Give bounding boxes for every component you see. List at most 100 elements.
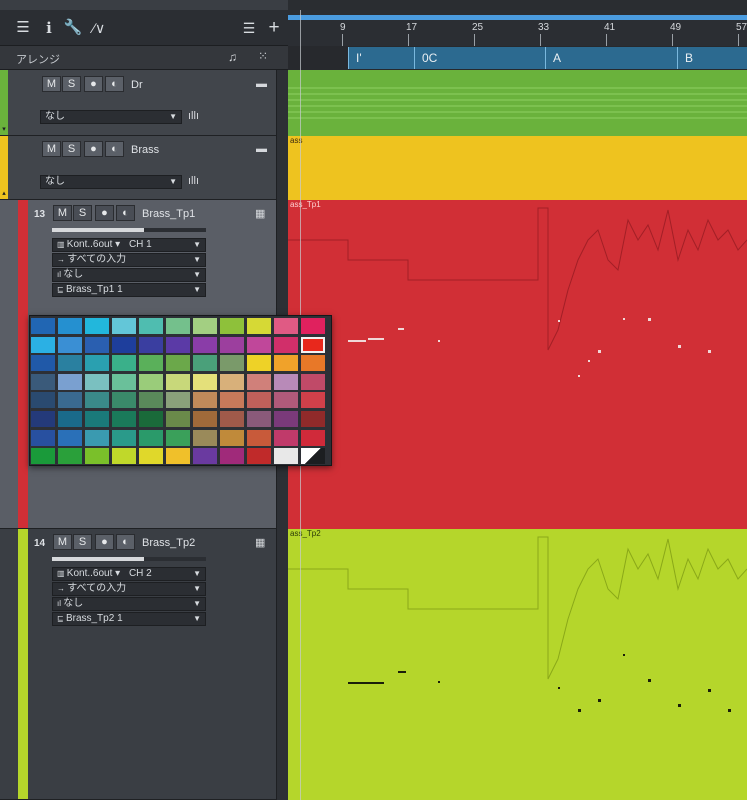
track-name[interactable]: Brass_Tp1 [142, 208, 195, 220]
monitor-button[interactable]: ◐ [116, 205, 135, 221]
color-swatch[interactable] [274, 429, 298, 446]
color-swatch[interactable] [31, 318, 55, 334]
solo-button[interactable]: S [62, 76, 81, 92]
color-swatch[interactable] [85, 373, 109, 390]
color-swatch[interactable] [31, 355, 55, 372]
color-swatch[interactable] [112, 373, 136, 390]
color-swatch[interactable] [139, 411, 163, 427]
color-swatch[interactable] [31, 411, 55, 427]
color-swatch[interactable] [274, 318, 298, 334]
color-swatch[interactable] [220, 336, 244, 353]
color-swatch[interactable] [58, 392, 82, 409]
volume-slider[interactable] [52, 228, 206, 232]
color-swatch[interactable] [193, 448, 217, 465]
track-selector[interactable]: なし ▼ [40, 110, 182, 124]
color-swatch[interactable] [193, 373, 217, 390]
record-button[interactable]: ● [95, 534, 114, 550]
folder-open-icon[interactable]: ▬ [256, 143, 267, 155]
input-selector[interactable]: → すべての入力 ▼ [52, 253, 206, 267]
record-button[interactable]: ● [84, 76, 103, 92]
color-swatch[interactable] [220, 392, 244, 409]
collapse-icon[interactable]: ▾ [0, 126, 8, 134]
color-swatch[interactable] [301, 336, 325, 353]
color-swatch[interactable] [220, 318, 244, 334]
color-swatch[interactable] [112, 411, 136, 427]
color-swatch[interactable] [193, 336, 217, 353]
color-swatch[interactable] [139, 318, 163, 334]
wrench-icon[interactable]: 🔧 [62, 18, 84, 38]
track-name[interactable]: Dr [131, 79, 143, 91]
info-icon[interactable]: i [38, 18, 60, 38]
arranger-track[interactable]: I' 0C A B [288, 46, 747, 70]
instrument-selector[interactable]: ▥ Kont..6out ▾ CH 2 ▼ [52, 567, 206, 581]
color-swatch[interactable] [139, 355, 163, 372]
output-selector[interactable]: ⊑ Brass_Tp1 1 ▼ [52, 283, 206, 297]
arranger-section[interactable]: 0C [414, 47, 545, 69]
custom-color-swatch[interactable] [301, 448, 325, 465]
color-swatch[interactable] [166, 373, 190, 390]
track-dr[interactable]: M S ● ◐ Dr ▬ なし ▼ ıllı ▾ [0, 70, 288, 136]
color-swatch[interactable] [31, 448, 55, 465]
track-name[interactable]: Brass_Tp2 [142, 537, 195, 549]
color-swatch[interactable] [85, 318, 109, 334]
monitor-button[interactable]: ◐ [105, 141, 124, 157]
lane-brass[interactable]: ass [288, 136, 747, 200]
folder-icon[interactable]: ▬ [256, 78, 267, 90]
color-swatch[interactable] [85, 448, 109, 465]
expand-icon[interactable]: ▴ [0, 190, 8, 198]
color-swatch[interactable] [274, 392, 298, 409]
color-swatch[interactable] [301, 411, 325, 427]
color-swatch[interactable] [193, 355, 217, 372]
color-swatch[interactable] [193, 392, 217, 409]
color-swatch[interactable] [139, 448, 163, 465]
color-swatch[interactable] [247, 429, 271, 446]
color-swatch[interactable] [85, 429, 109, 446]
track-color-strip[interactable] [18, 200, 28, 528]
track-name[interactable]: Brass [131, 144, 159, 156]
timeline-ruler[interactable]: 9 17 25 33 41 49 57 [288, 10, 747, 46]
arranger-section[interactable]: B [677, 47, 747, 69]
list-options-icon[interactable]: ☰ [238, 18, 260, 38]
track-color-strip[interactable] [18, 529, 28, 799]
color-swatch[interactable] [274, 448, 298, 465]
mute-button[interactable]: M [42, 141, 61, 157]
color-swatch[interactable] [58, 355, 82, 372]
color-swatch[interactable] [274, 355, 298, 372]
color-swatch[interactable] [58, 448, 82, 465]
color-swatch[interactable] [139, 392, 163, 409]
color-swatch[interactable] [247, 355, 271, 372]
track-brass-tp2[interactable]: 14 M S ● ◐ Brass_Tp2 ▦ ▥ Kont..6out ▾ CH… [0, 529, 288, 800]
color-swatch[interactable] [220, 429, 244, 446]
color-swatch[interactable] [193, 411, 217, 427]
color-swatch[interactable] [274, 336, 298, 353]
solo-button[interactable]: S [73, 205, 92, 221]
color-swatch[interactable] [247, 373, 271, 390]
color-swatch[interactable] [85, 336, 109, 353]
color-swatch[interactable] [58, 411, 82, 427]
color-swatch[interactable] [301, 355, 325, 372]
monitor-button[interactable]: ◐ [105, 76, 124, 92]
color-swatch[interactable] [193, 318, 217, 334]
track-brass[interactable]: M S ● ◐ Brass ▬ なし ▼ ıllı ▴ [0, 136, 288, 200]
record-button[interactable]: ● [95, 205, 114, 221]
color-swatch[interactable] [112, 336, 136, 353]
color-swatch[interactable] [139, 373, 163, 390]
color-swatch[interactable] [220, 355, 244, 372]
sub-selector[interactable]: ıl なし ▼ [52, 597, 206, 611]
color-swatch[interactable] [31, 429, 55, 446]
sub-selector[interactable]: ıl なし ▼ [52, 268, 206, 282]
color-swatch[interactable] [301, 373, 325, 390]
color-swatch[interactable] [247, 448, 271, 465]
color-swatch[interactable] [220, 411, 244, 427]
color-swatch[interactable] [166, 392, 190, 409]
color-swatch[interactable] [166, 318, 190, 334]
color-swatch[interactable] [85, 411, 109, 427]
mute-button[interactable]: M [53, 534, 72, 550]
color-swatch[interactable] [301, 392, 325, 409]
color-swatch[interactable] [31, 373, 55, 390]
mixer-icon[interactable]: ıllı [188, 175, 199, 187]
color-swatch[interactable] [139, 429, 163, 446]
color-swatch[interactable] [274, 373, 298, 390]
color-swatch[interactable] [220, 373, 244, 390]
track-selector[interactable]: なし ▼ [40, 175, 182, 189]
